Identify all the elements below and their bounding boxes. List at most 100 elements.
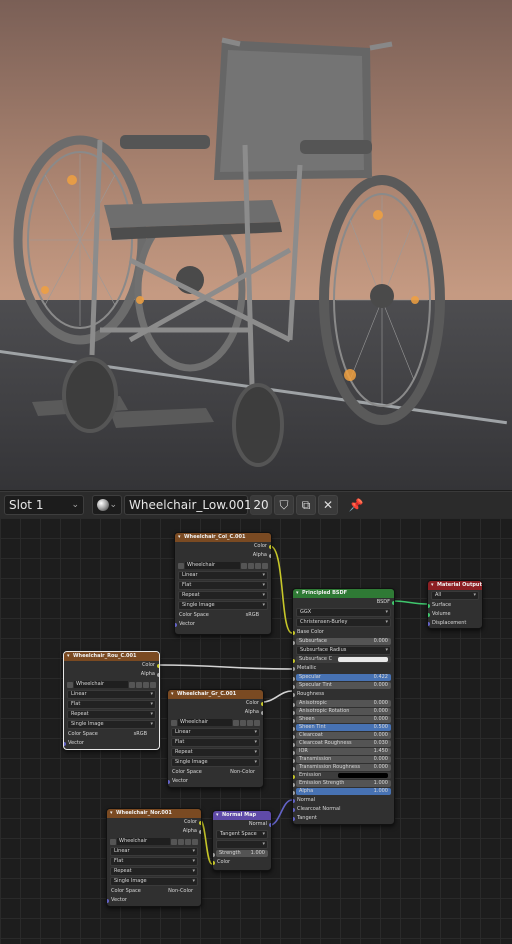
bsdf-input-field[interactable]: IOR 1.450 [293, 748, 391, 755]
pin-button[interactable]: 📌 [346, 495, 366, 515]
bsdf-input-socket[interactable]: Normal [293, 796, 394, 805]
socket-dot[interactable] [293, 684, 295, 689]
socket-dot[interactable] [261, 701, 263, 706]
bsdf-input-field[interactable]: Anisotropic Rotation 0.000 [293, 708, 391, 715]
source-dropdown[interactable]: Single Image [178, 601, 268, 610]
user-count-button[interactable]: 20 [250, 495, 272, 515]
output-normal-socket[interactable]: Normal [213, 820, 271, 829]
bsdf-input-field[interactable]: Sheen 0.000 [293, 716, 391, 723]
input-volume-socket[interactable]: Volume [428, 610, 482, 619]
bsdf-input-field[interactable]: Subsurface 0.000 [293, 638, 391, 645]
socket-dot[interactable] [392, 600, 394, 605]
socket-dot[interactable] [168, 779, 170, 784]
collapse-caret-icon[interactable]: ▾ [67, 652, 70, 661]
distribution-dropdown[interactable]: GGX [296, 608, 391, 617]
normal-map-node[interactable]: ▾Normal Map Normal Tangent Space Strengt… [212, 810, 272, 871]
output-alpha-socket[interactable]: Alpha [64, 670, 159, 679]
unlink-material-button[interactable]: ✕ [318, 495, 338, 515]
material-browse-button[interactable]: ⌄ [92, 495, 122, 515]
socket-dot[interactable] [293, 718, 295, 723]
node-header[interactable]: ▾ Wheelchair_Col_C.001 [175, 533, 271, 542]
socket-dot[interactable] [107, 898, 109, 903]
folder-icon[interactable] [143, 681, 149, 688]
close-icon[interactable] [254, 719, 260, 726]
collapse-caret-icon[interactable]: ▾ [171, 690, 174, 699]
bsdf-input-field[interactable]: Emission [293, 772, 391, 779]
projection-dropdown[interactable]: Flat [67, 700, 156, 709]
socket-dot[interactable] [199, 820, 201, 825]
socket-dot[interactable] [293, 658, 295, 663]
input-vector-socket[interactable]: Vector [168, 777, 263, 786]
strength-field[interactable]: Strength 1.000 [213, 850, 268, 857]
bsdf-input-field[interactable]: Transmission 0.000 [293, 756, 391, 763]
image-texture-node-roughness[interactable]: ▾ Wheelchair_Rou_C.001 Color Alpha Wheelc… [63, 651, 160, 750]
socket-dot[interactable] [293, 790, 295, 795]
extension-dropdown[interactable]: Repeat [171, 748, 260, 757]
duplicate-icon[interactable] [178, 838, 184, 845]
source-dropdown[interactable]: Single Image [171, 758, 260, 767]
output-alpha-socket[interactable]: Alpha [175, 551, 271, 560]
collapse-caret-icon[interactable]: ▾ [296, 589, 299, 598]
socket-dot[interactable] [293, 758, 295, 763]
collapse-caret-icon[interactable]: ▾ [431, 581, 434, 590]
socket-dot[interactable] [293, 692, 295, 697]
input-color-socket[interactable]: Color [213, 858, 271, 867]
bsdf-input-field[interactable]: Anisotropic 0.000 [293, 700, 391, 707]
node-header[interactable]: ▾ Material Output [428, 581, 482, 590]
projection-dropdown[interactable]: Flat [171, 738, 260, 747]
socket-dot[interactable] [293, 742, 295, 747]
bsdf-input-field[interactable]: Specular 0.422 [293, 674, 391, 681]
color-space-value[interactable]: Non-Color [230, 768, 255, 777]
fake-user-shield-button[interactable]: ⛉ [274, 495, 294, 515]
bsdf-input-socket[interactable]: Base Color [293, 628, 394, 637]
close-icon[interactable] [150, 681, 156, 688]
input-surface-socket[interactable]: Surface [428, 601, 482, 610]
projection-dropdown[interactable]: Flat [178, 581, 268, 590]
color-space-value[interactable]: sRGB [134, 730, 147, 739]
folder-icon[interactable] [185, 838, 191, 845]
output-color-socket[interactable]: Color [168, 699, 263, 708]
output-color-socket[interactable]: Color [107, 818, 201, 827]
input-vector-socket[interactable]: Vector [107, 896, 201, 905]
collapse-caret-icon[interactable]: ▾ [178, 533, 181, 542]
extension-dropdown[interactable]: Repeat [110, 867, 198, 876]
bsdf-input-field[interactable]: Emission Strength 1.000 [293, 780, 391, 787]
interpolation-dropdown[interactable]: Linear [178, 571, 268, 580]
color-space-value[interactable]: Non-Color [168, 887, 193, 896]
shield-icon[interactable] [233, 719, 239, 726]
socket-dot[interactable] [428, 612, 430, 617]
collapse-caret-icon[interactable]: ▾ [216, 811, 219, 820]
socket-dot[interactable] [293, 782, 295, 787]
image-selector[interactable]: Wheelchair [171, 718, 260, 727]
slot-dropdown[interactable]: Slot 1 ⌄ [4, 495, 84, 515]
duplicate-icon[interactable] [136, 681, 142, 688]
output-bsdf-socket[interactable]: BSDF [293, 598, 394, 607]
color-space-row[interactable]: Color Space Non-Color [168, 768, 263, 777]
uv-map-field[interactable] [216, 840, 268, 849]
color-space-row[interactable]: Color Space sRGB [64, 730, 159, 739]
image-texture-node-normal[interactable]: ▾ Wheelchair_Nor.001 Color Alpha Wheelcha… [106, 808, 202, 907]
socket-dot[interactable] [269, 822, 271, 827]
duplicate-icon[interactable] [248, 562, 254, 569]
bsdf-input-field[interactable]: Specular Tint 0.000 [293, 682, 391, 689]
socket-dot[interactable] [293, 750, 295, 755]
node-header[interactable]: ▾ Wheelchair_Gr_C.001 [168, 690, 263, 699]
socket-dot[interactable] [64, 741, 66, 746]
bsdf-input-field[interactable]: Alpha 1.000 [293, 788, 391, 795]
color-swatch[interactable] [338, 657, 388, 662]
image-name[interactable]: Wheelchair [185, 562, 240, 569]
bsdf-input-field[interactable]: Sheen Tint 0.500 [293, 724, 391, 731]
socket-dot[interactable] [428, 603, 430, 608]
color-space-row[interactable]: Color Space Non-Color [107, 887, 201, 896]
bsdf-input-socket[interactable]: Metallic [293, 664, 394, 673]
socket-dot[interactable] [293, 630, 295, 635]
output-alpha-socket[interactable]: Alpha [107, 827, 201, 836]
subsurface-method-dropdown[interactable]: Christensen-Burley [296, 618, 391, 627]
image-name[interactable]: Wheelchair [74, 681, 128, 688]
input-vector-socket[interactable]: Vector [175, 620, 271, 629]
image-texture-node-color[interactable]: ▾ Wheelchair_Col_C.001 Color Alpha Wheelc… [174, 532, 272, 635]
projection-dropdown[interactable]: Flat [110, 857, 198, 866]
close-icon[interactable] [192, 838, 198, 845]
bsdf-input-socket[interactable]: Roughness [293, 690, 394, 699]
socket-dot[interactable] [293, 734, 295, 739]
